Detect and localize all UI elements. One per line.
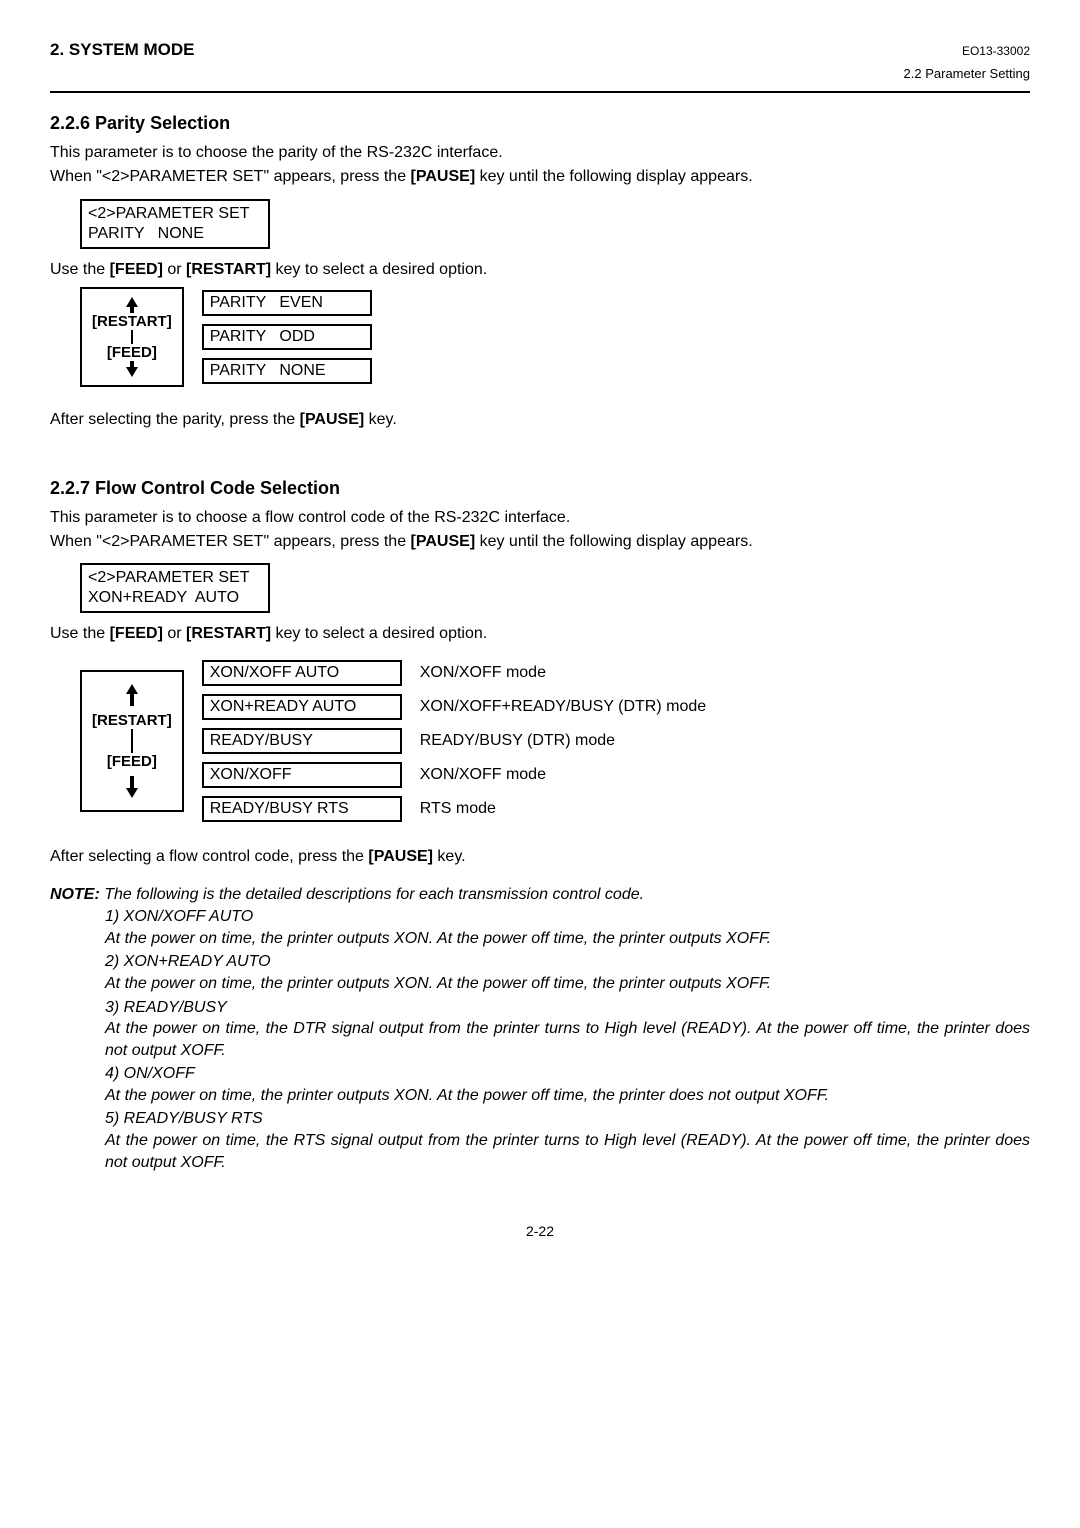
lcd-line-2: PARITY NONE: [88, 225, 204, 242]
item-title: XON+READY AUTO: [124, 953, 271, 970]
key-restart: [RESTART]: [186, 625, 271, 642]
nav-label-restart: [RESTART]: [92, 313, 172, 330]
flow-options-table: XON/XOFF AUTO XON/XOFF mode XON+READY AUT…: [202, 652, 716, 830]
nav-label-feed: [FEED]: [107, 753, 157, 770]
nav-label-restart: [RESTART]: [92, 712, 172, 729]
text-fragment: key until the following display appears.: [475, 168, 753, 185]
text-fragment: key.: [433, 848, 466, 865]
key-feed: [FEED]: [110, 625, 163, 642]
note-label: NOTE:: [50, 886, 104, 903]
option-description: XON/XOFF mode: [420, 660, 716, 686]
text-fragment: or: [163, 625, 186, 642]
item-body: At the power on time, the printer output…: [105, 928, 1030, 950]
page-number: 2-22: [50, 1223, 1030, 1239]
arrow-down-icon: [124, 361, 140, 379]
flow-paragraph-1: This parameter is to choose a flow contr…: [50, 507, 1030, 529]
key-restart: [RESTART]: [186, 261, 271, 278]
key-pause: [PAUSE]: [411, 533, 476, 550]
nav-label-feed: [FEED]: [107, 344, 157, 361]
text-fragment: Use the: [50, 625, 110, 642]
lcd-line-1: <2>PARAMETER SET: [88, 205, 250, 222]
table-row: READY/BUSY RTS RTS mode: [202, 796, 716, 822]
text-fragment: Use the: [50, 261, 110, 278]
nav-arrows-box: [RESTART] [FEED]: [80, 287, 184, 387]
item-title: ON/XOFF: [124, 1065, 195, 1082]
text-fragment: or: [163, 261, 186, 278]
text-fragment: After selecting a flow control code, pre…: [50, 848, 368, 865]
item-body: At the power on time, the DTR signal out…: [105, 1018, 1030, 1061]
item-number: 1): [105, 908, 124, 925]
list-item: 4) ON/XOFF At the power on time, the prin…: [105, 1063, 1030, 1106]
parity-paragraph-1: This parameter is to choose the parity o…: [50, 142, 1030, 164]
text-fragment: When "<2>PARAMETER SET" appears, press t…: [50, 533, 411, 550]
option-description: XON/XOFF+READY/BUSY (DTR) mode: [420, 694, 716, 720]
lcd-option: READY/BUSY: [202, 728, 402, 754]
parity-paragraph-4: After selecting the parity, press the [P…: [50, 409, 1030, 431]
lcd-line-1: <2>PARAMETER SET: [88, 569, 250, 586]
table-row: XON+READY AUTO XON/XOFF+READY/BUSY (DTR) …: [202, 694, 716, 720]
list-item: 1) XON/XOFF AUTO At the power on time, th…: [105, 906, 1030, 949]
parity-paragraph-3: Use the [FEED] or [RESTART] key to selec…: [50, 259, 1030, 281]
item-number: 3): [105, 999, 124, 1016]
table-row: XON/XOFF XON/XOFF mode: [202, 762, 716, 788]
item-body: At the power on time, the printer output…: [105, 1085, 1030, 1107]
flow-paragraph-3: Use the [FEED] or [RESTART] key to selec…: [50, 623, 1030, 645]
lcd-parity-even: PARITY EVEN: [202, 290, 372, 316]
arrow-up-icon: [124, 682, 140, 706]
list-item: 3) READY/BUSY At the power on time, the D…: [105, 997, 1030, 1062]
item-body: At the power on time, the RTS signal out…: [105, 1130, 1030, 1173]
flow-paragraph-4: After selecting a flow control code, pre…: [50, 846, 1030, 868]
lcd-flow-initial: <2>PARAMETER SET XON+READY AUTO: [80, 563, 270, 613]
item-number: 4): [105, 1065, 124, 1082]
note-list: 1) XON/XOFF AUTO At the power on time, th…: [105, 906, 1030, 1173]
arrow-up-icon: [124, 295, 140, 313]
header-section-title: 2. SYSTEM MODE: [50, 40, 195, 60]
list-item: 5) READY/BUSY RTS At the power on time, t…: [105, 1108, 1030, 1173]
parity-paragraph-2: When "<2>PARAMETER SET" appears, press t…: [50, 166, 1030, 188]
lcd-line-2: XON+READY AUTO: [88, 589, 239, 606]
lcd-option: READY/BUSY RTS: [202, 796, 402, 822]
text-fragment: key to select a desired option.: [271, 625, 487, 642]
nav-divider-line: [131, 330, 133, 344]
header-subsection: 2.2 Parameter Setting: [50, 66, 1030, 81]
option-description: RTS mode: [420, 796, 716, 822]
section-title-flow-control: 2.2.7 Flow Control Code Selection: [50, 478, 1030, 499]
table-row: XON/XOFF AUTO XON/XOFF mode: [202, 660, 716, 686]
nav-divider-line: [131, 729, 133, 753]
lcd-parity-none: PARITY NONE: [202, 358, 372, 384]
lcd-parity-initial: <2>PARAMETER SET PARITY NONE: [80, 199, 270, 249]
note-block: NOTE: The following is the detailed desc…: [50, 886, 1030, 1173]
option-description: XON/XOFF mode: [420, 762, 716, 788]
header-doc-number: EO13-33002: [962, 44, 1030, 58]
text-fragment: key until the following display appears.: [475, 533, 753, 550]
item-title: XON/XOFF AUTO: [124, 908, 254, 925]
key-feed: [FEED]: [110, 261, 163, 278]
key-pause: [PAUSE]: [300, 411, 365, 428]
item-body: At the power on time, the printer output…: [105, 973, 1030, 995]
item-number: 2): [105, 953, 124, 970]
table-row: READY/BUSY READY/BUSY (DTR) mode: [202, 728, 716, 754]
text-fragment: When "<2>PARAMETER SET" appears, press t…: [50, 168, 411, 185]
note-lead-text: The following is the detailed descriptio…: [104, 886, 644, 903]
arrow-down-icon: [124, 776, 140, 800]
item-title: READY/BUSY: [124, 999, 227, 1016]
list-item: 2) XON+READY AUTO At the power on time, t…: [105, 951, 1030, 994]
header-rule: [50, 91, 1030, 93]
nav-arrows-box: [RESTART] [FEED]: [80, 670, 184, 812]
text-fragment: After selecting the parity, press the: [50, 411, 300, 428]
lcd-parity-odd: PARITY ODD: [202, 324, 372, 350]
item-number: 5): [105, 1110, 124, 1127]
flow-paragraph-2: When "<2>PARAMETER SET" appears, press t…: [50, 531, 1030, 553]
section-title-parity: 2.2.6 Parity Selection: [50, 113, 1030, 134]
text-fragment: key.: [364, 411, 397, 428]
key-pause: [PAUSE]: [368, 848, 433, 865]
lcd-option: XON/XOFF: [202, 762, 402, 788]
option-description: READY/BUSY (DTR) mode: [420, 728, 716, 754]
key-pause: [PAUSE]: [411, 168, 476, 185]
lcd-option: XON/XOFF AUTO: [202, 660, 402, 686]
text-fragment: key to select a desired option.: [271, 261, 487, 278]
item-title: READY/BUSY RTS: [124, 1110, 263, 1127]
lcd-option: XON+READY AUTO: [202, 694, 402, 720]
